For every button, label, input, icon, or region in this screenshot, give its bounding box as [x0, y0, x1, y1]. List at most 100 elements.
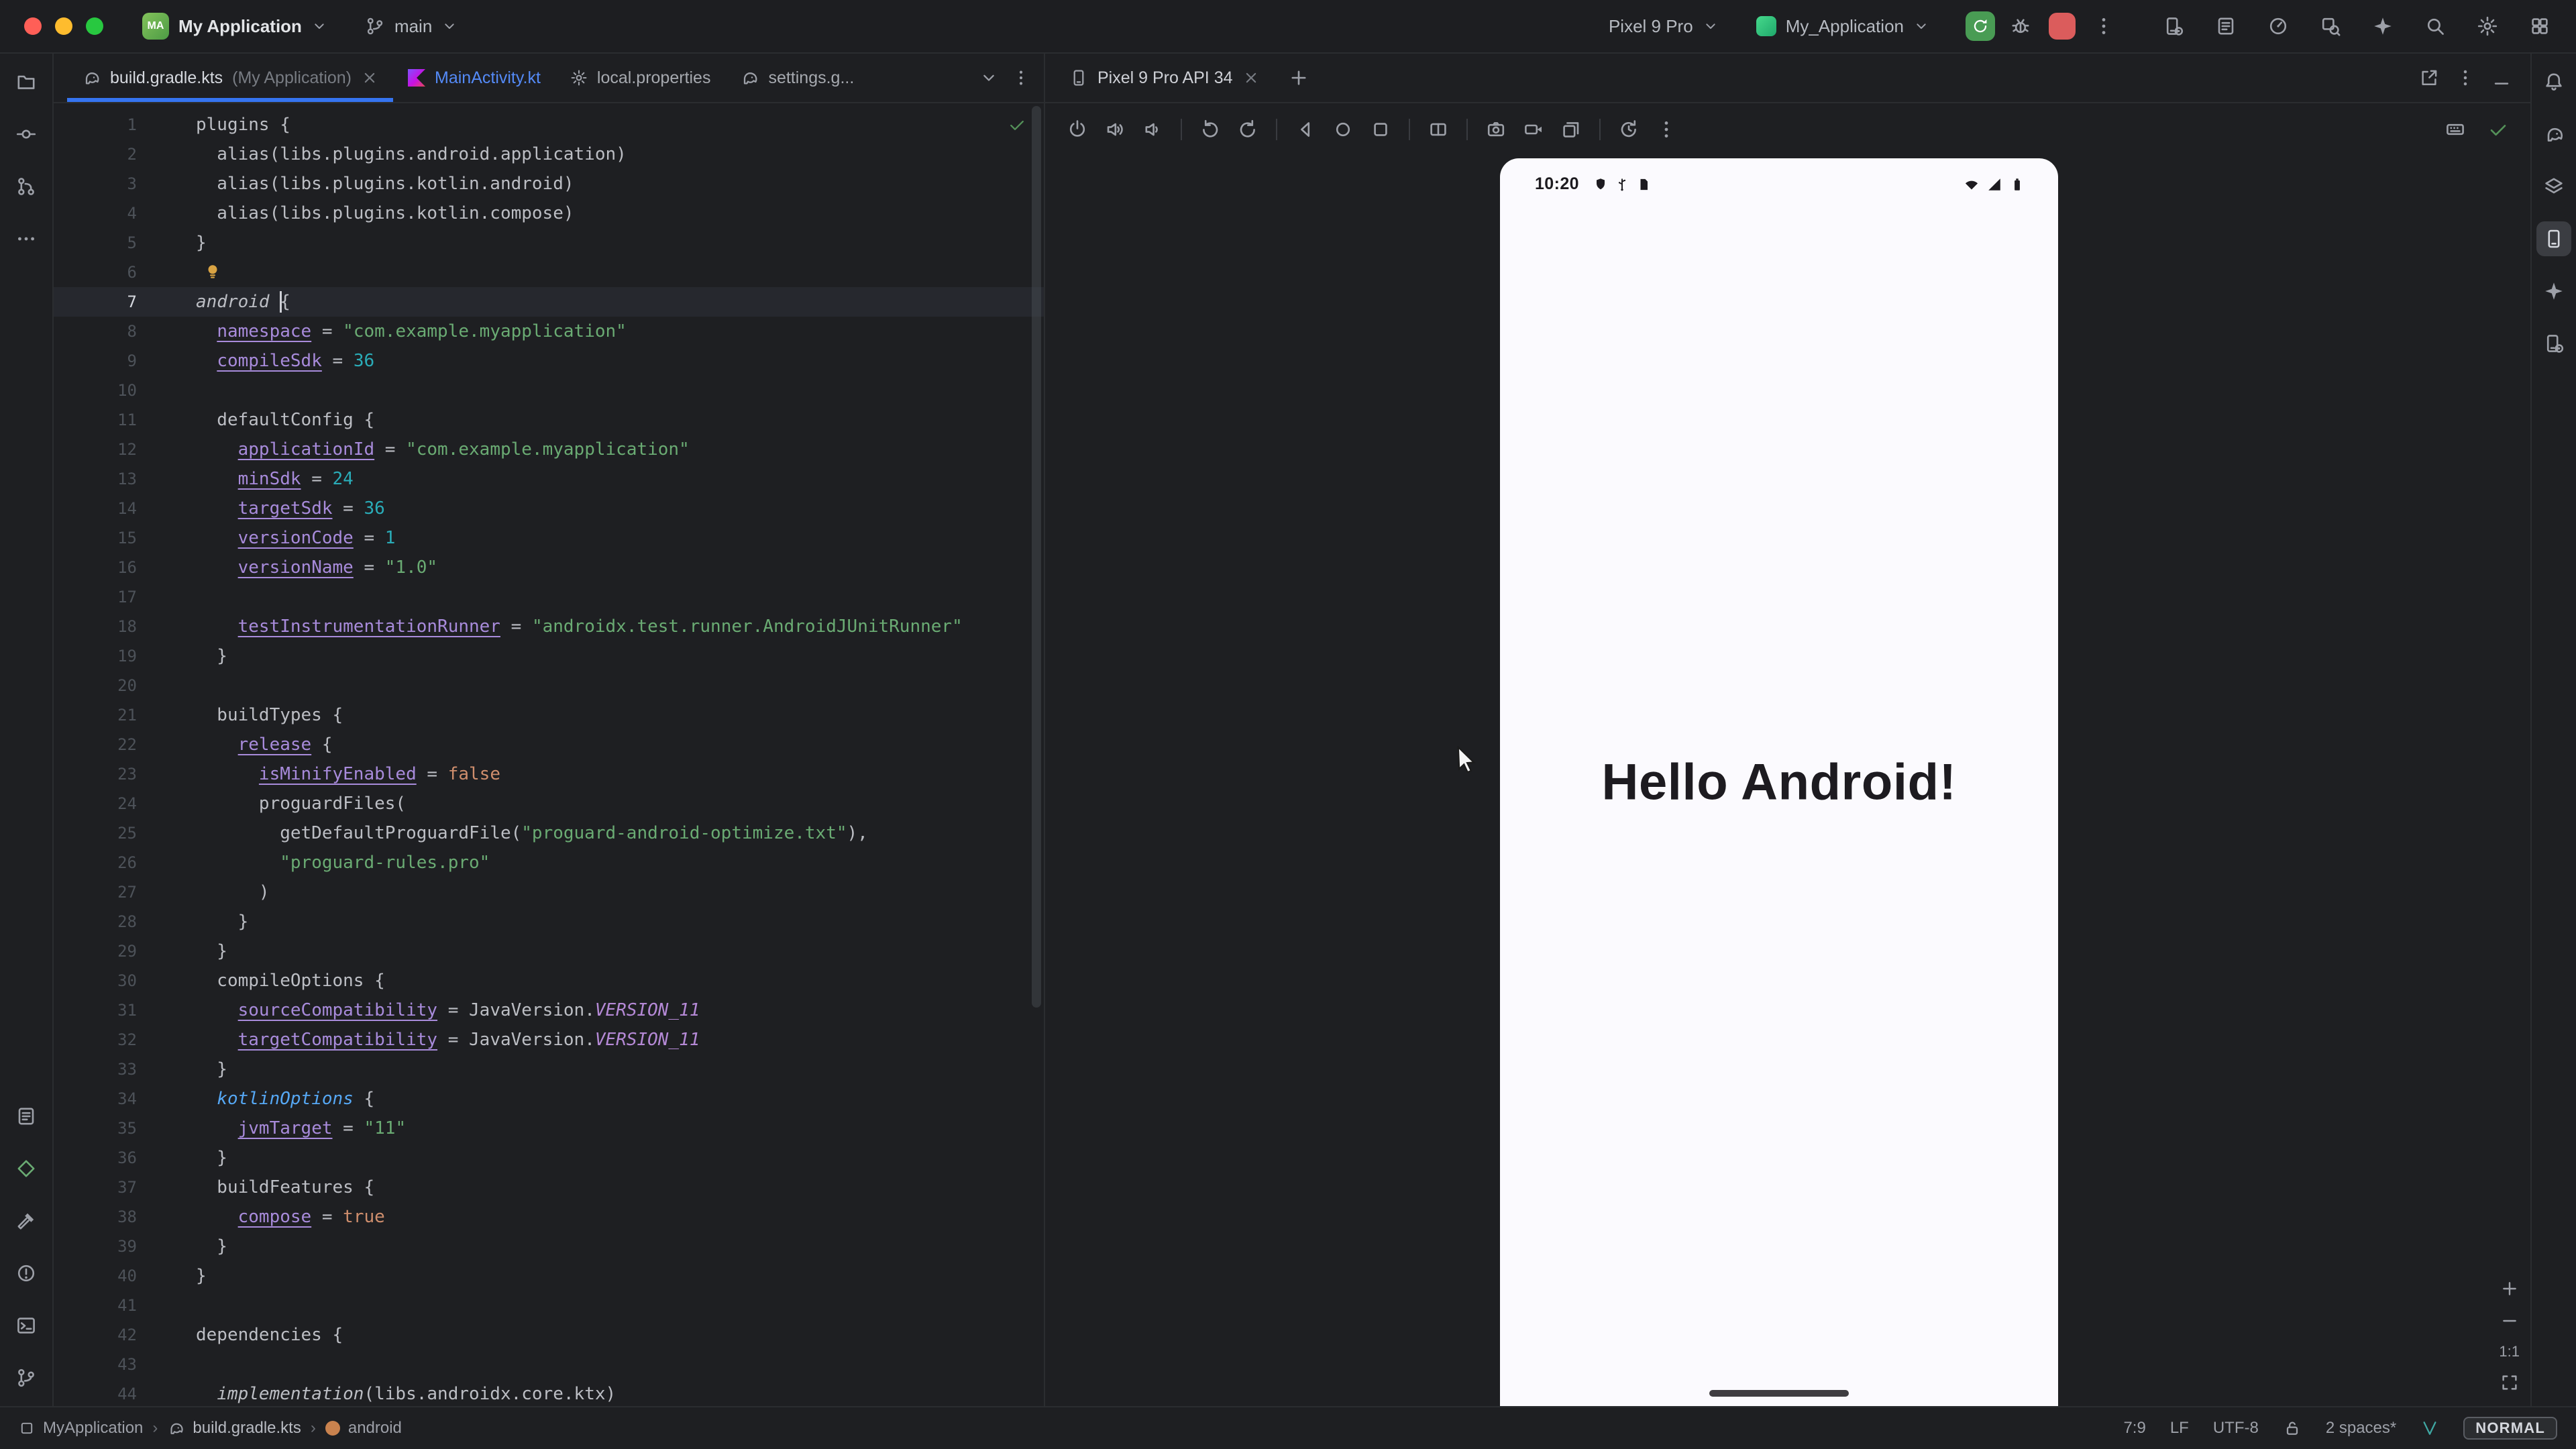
code-line[interactable]: 39 } — [54, 1232, 1044, 1261]
line-number[interactable]: 10 — [54, 376, 137, 405]
home-icon[interactable] — [1327, 113, 1359, 146]
code-line[interactable]: 1plugins { — [54, 110, 1044, 140]
line-number[interactable]: 16 — [54, 553, 137, 582]
code-line[interactable]: 15 versionCode = 1 — [54, 523, 1044, 553]
minimize-window-button[interactable] — [55, 17, 72, 35]
line-number[interactable]: 5 — [54, 228, 137, 258]
line-number[interactable]: 15 — [54, 523, 137, 553]
code-line[interactable]: 25 getDefaultProguardFile("proguard-andr… — [54, 818, 1044, 848]
code-line[interactable]: 40} — [54, 1261, 1044, 1291]
more-icon[interactable] — [1650, 113, 1682, 146]
volume-up-icon[interactable] — [1099, 113, 1131, 146]
more-run-actions-icon[interactable] — [2086, 9, 2121, 44]
line-number[interactable]: 3 — [54, 169, 137, 199]
line-number[interactable]: 43 — [54, 1350, 137, 1379]
line-number[interactable]: 19 — [54, 641, 137, 671]
code-line[interactable]: 14 targetSdk = 36 — [54, 494, 1044, 523]
restore-icon[interactable] — [1613, 113, 1645, 146]
code-line[interactable]: 18 testInstrumentationRunner = "androidx… — [54, 612, 1044, 641]
stop-button[interactable] — [2049, 13, 2076, 40]
power-icon[interactable] — [1061, 113, 1093, 146]
code-line[interactable]: 5} — [54, 228, 1044, 258]
screen-record-icon[interactable] — [1517, 113, 1550, 146]
line-number[interactable]: 30 — [54, 966, 137, 996]
line-number[interactable]: 42 — [54, 1320, 137, 1350]
status-check-icon[interactable] — [2482, 113, 2514, 146]
line-number[interactable]: 8 — [54, 317, 137, 346]
code-line[interactable]: 42dependencies { — [54, 1320, 1044, 1350]
code-line[interactable]: 21 buildTypes { — [54, 700, 1044, 730]
open-in-window-icon[interactable] — [2419, 68, 2439, 88]
close-window-button[interactable] — [24, 17, 42, 35]
logcat-icon[interactable] — [2208, 9, 2243, 44]
code-line[interactable]: 22 release { — [54, 730, 1044, 759]
code-line[interactable]: 31 sourceCompatibility = JavaVersion.VER… — [54, 996, 1044, 1025]
device-screen[interactable]: 10:20 Hello Android! — [1500, 158, 2058, 1406]
line-number[interactable]: 28 — [54, 907, 137, 936]
caret-position-widget[interactable]: 7:9 — [2123, 1419, 2145, 1438]
line-number[interactable]: 18 — [54, 612, 137, 641]
line-number[interactable]: 13 — [54, 464, 137, 494]
line-number[interactable]: 17 — [54, 582, 137, 612]
hardware-input-icon[interactable] — [2439, 113, 2471, 146]
run-config-selector[interactable]: My_Application — [1747, 11, 1939, 42]
ideavim-icon[interactable] — [2420, 1419, 2439, 1438]
code-line[interactable]: 17 — [54, 582, 1044, 612]
vim-mode-badge[interactable]: NORMAL — [2463, 1417, 2557, 1440]
tab-settings-gradle[interactable]: settings.g... — [725, 54, 869, 102]
code-line[interactable]: 29 } — [54, 936, 1044, 966]
code-line[interactable]: 9 compileSdk = 36 — [54, 346, 1044, 376]
code-line[interactable]: 24 proguardFiles( — [54, 789, 1044, 818]
code-line[interactable]: 32 targetCompatibility = JavaVersion.VER… — [54, 1025, 1044, 1055]
rotate-left-icon[interactable] — [1194, 113, 1226, 146]
code-line[interactable]: 16 versionName = "1.0" — [54, 553, 1044, 582]
line-number[interactable]: 36 — [54, 1143, 137, 1173]
code-line[interactable]: 19 } — [54, 641, 1044, 671]
version-control-icon[interactable] — [9, 1360, 44, 1395]
code-line[interactable]: 11 defaultConfig { — [54, 405, 1044, 435]
code-line[interactable]: 33 } — [54, 1055, 1044, 1084]
line-number[interactable]: 2 — [54, 140, 137, 169]
line-number[interactable]: 22 — [54, 730, 137, 759]
code-editor[interactable]: 1plugins {2 alias(libs.plugins.android.a… — [54, 103, 1044, 1406]
grid-icon[interactable] — [2522, 9, 2557, 44]
logcat-icon[interactable] — [9, 1099, 44, 1134]
back-icon[interactable] — [1289, 113, 1322, 146]
breadcrumb-file[interactable]: build.gradle.kts — [167, 1419, 301, 1438]
code-line[interactable]: 13 minSdk = 24 — [54, 464, 1044, 494]
line-number[interactable]: 33 — [54, 1055, 137, 1084]
code-line[interactable]: 23 isMinifyEnabled = false — [54, 759, 1044, 789]
line-number[interactable]: 6 — [54, 258, 137, 287]
line-separator-widget[interactable]: LF — [2170, 1419, 2189, 1438]
app-inspection-icon[interactable] — [2313, 9, 2348, 44]
code-line[interactable]: 43 — [54, 1350, 1044, 1379]
line-number[interactable]: 21 — [54, 700, 137, 730]
add-device-tab-button[interactable] — [1281, 60, 1316, 95]
code-line[interactable]: 35 jvmTarget = "11" — [54, 1114, 1044, 1143]
close-device-tab-icon[interactable] — [1242, 69, 1260, 87]
indent-widget[interactable]: 2 spaces* — [2326, 1419, 2396, 1438]
build-variants-icon[interactable] — [2536, 169, 2571, 204]
line-number[interactable]: 7 — [54, 287, 137, 317]
gradle-icon[interactable] — [2536, 117, 2571, 152]
line-number[interactable]: 39 — [54, 1232, 137, 1261]
line-number[interactable]: 41 — [54, 1291, 137, 1320]
code-line[interactable]: 2 alias(libs.plugins.android.application… — [54, 140, 1044, 169]
code-line[interactable]: 6 — [54, 258, 1044, 287]
screenshot-icon[interactable] — [1480, 113, 1512, 146]
tab-options-icon[interactable] — [1012, 68, 1030, 87]
device-selector[interactable]: Pixel 9 Pro — [1599, 11, 1728, 42]
line-number[interactable]: 40 — [54, 1261, 137, 1291]
search-icon[interactable] — [2418, 9, 2453, 44]
code-line[interactable]: 8 namespace = "com.example.myapplication… — [54, 317, 1044, 346]
rerun-button[interactable] — [1966, 11, 1995, 41]
line-number[interactable]: 38 — [54, 1202, 137, 1232]
code-line[interactable]: 37 buildFeatures { — [54, 1173, 1044, 1202]
problems-icon[interactable] — [9, 1256, 44, 1291]
tab-mainactivity-kt[interactable]: MainActivity.kt — [393, 54, 555, 102]
project-folder-icon[interactable] — [9, 64, 44, 99]
line-number[interactable]: 32 — [54, 1025, 137, 1055]
lock-icon[interactable] — [2283, 1419, 2302, 1438]
line-number[interactable]: 11 — [54, 405, 137, 435]
code-line[interactable]: 26 "proguard-rules.pro" — [54, 848, 1044, 877]
